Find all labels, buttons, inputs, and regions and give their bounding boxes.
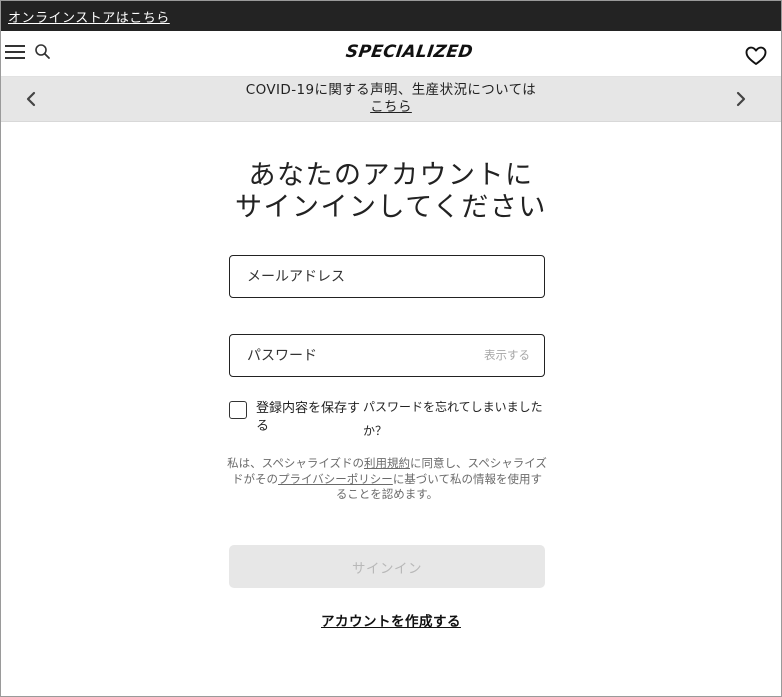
password-field-container: 表示する <box>229 334 545 377</box>
signin-button[interactable]: サインイン <box>229 545 545 588</box>
legal-text-1: 私は、スペシャライズドの <box>227 456 364 470</box>
legal-notice: 私は、スペシャライズドの利用規約に同意し、スペシャライズドがそのプライバシーポリ… <box>227 456 547 503</box>
page-title: あなたのアカウントに サインインしてください <box>1 160 781 224</box>
online-store-link[interactable]: オンラインストアはこちら <box>8 7 170 26</box>
hamburger-menu-icon[interactable] <box>5 45 25 61</box>
privacy-policy-link[interactable]: プライバシーポリシー <box>278 472 393 486</box>
announcement-bar: COVID-19に関する声明、生産状況については こちら <box>1 77 781 122</box>
terms-link[interactable]: 利用規約 <box>364 456 410 470</box>
search-icon[interactable] <box>34 43 54 63</box>
email-field[interactable] <box>230 256 544 297</box>
forgot-password-link[interactable]: パスワードを忘れてしまいましたか？ <box>363 395 548 443</box>
chevron-right-icon[interactable] <box>731 90 749 108</box>
promo-bar: オンラインストアはこちら <box>1 1 781 31</box>
title-line-2: サインインしてください <box>235 192 547 223</box>
site-header: SPECIALIZED <box>1 31 781 77</box>
announcement-message: COVID-19に関する声明、生産状況については <box>245 82 537 98</box>
remember-me-checkbox[interactable] <box>229 401 247 419</box>
heart-icon[interactable] <box>745 46 767 66</box>
announcement-link[interactable]: こちら <box>370 99 412 116</box>
show-password-toggle[interactable]: 表示する <box>484 347 530 363</box>
page-frame: オンラインストアはこちら SPECIALIZED COVID-19に関する声明、… <box>0 0 782 697</box>
email-field-container <box>229 255 545 298</box>
create-account-link[interactable]: アカウントを作成する <box>1 610 781 630</box>
title-line-1: あなたのアカウントに <box>248 160 534 191</box>
announcement-text: COVID-19に関する声明、生産状況については こちら <box>1 82 781 116</box>
specialized-logo[interactable]: SPECIALIZED <box>345 42 475 62</box>
remember-me-label[interactable]: 登録内容を保存する <box>256 400 366 436</box>
